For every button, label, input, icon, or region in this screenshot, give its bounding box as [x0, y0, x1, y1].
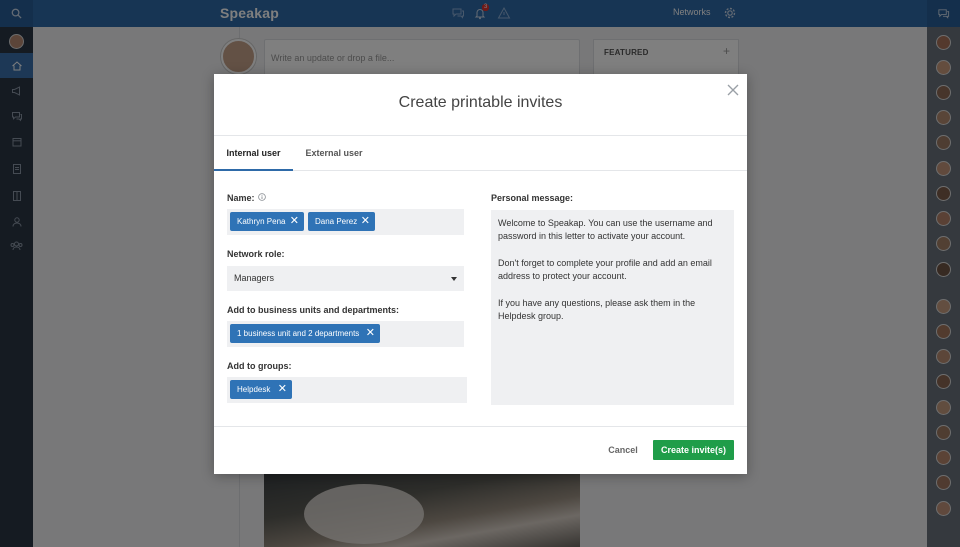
message-paragraph: If you have any questions, please ask th… — [498, 298, 696, 321]
tab-external-user[interactable]: External user — [293, 136, 375, 171]
groups-field[interactable]: Helpdesk ✕ — [227, 377, 467, 403]
name-label: Name: — [227, 193, 255, 203]
select-value: Managers — [234, 273, 275, 283]
user-type-tabs: Internal user External user — [214, 136, 747, 171]
business-units-field[interactable]: 1 business unit and 2 departments ✕ — [227, 321, 464, 347]
message-paragraph: Welcome to Speakap. You can use the user… — [498, 218, 713, 241]
chip-label: 1 business unit and 2 departments — [237, 329, 360, 338]
divider — [214, 426, 747, 427]
chip-label: Helpdesk — [237, 385, 271, 394]
caret-down-icon — [451, 277, 457, 281]
network-role-label: Network role: — [227, 249, 285, 259]
info-icon[interactable] — [258, 193, 266, 201]
remove-chip-icon[interactable]: ✕ — [290, 212, 299, 230]
remove-chip-icon[interactable]: ✕ — [278, 380, 287, 398]
name-field[interactable]: Kathryn Pena ✕ Dana Perez ✕ — [227, 209, 464, 235]
network-role-select[interactable]: Managers — [227, 266, 464, 291]
message-paragraph: Don't forget to complete your profile an… — [498, 258, 712, 281]
personal-message-textarea[interactable]: Welcome to Speakap. You can use the user… — [491, 210, 734, 405]
remove-chip-icon[interactable]: ✕ — [366, 324, 375, 342]
dialog-title: Create printable invites — [398, 94, 563, 111]
chip-label: Dana Perez — [315, 217, 358, 226]
close-icon[interactable] — [726, 83, 740, 97]
groups-label: Add to groups: — [227, 361, 292, 371]
group-chip: Helpdesk ✕ — [230, 380, 292, 399]
chip-label: Kathryn Pena — [237, 217, 286, 226]
name-chip: Dana Perez ✕ — [308, 212, 375, 231]
cancel-button[interactable]: Cancel — [598, 440, 648, 460]
create-invites-button[interactable]: Create invite(s) — [653, 440, 734, 460]
personal-message-label: Personal message: — [491, 193, 574, 203]
remove-chip-icon[interactable]: ✕ — [361, 212, 370, 230]
name-chip: Kathryn Pena ✕ — [230, 212, 304, 231]
create-invites-dialog: Create printable invites Internal user E… — [214, 74, 747, 474]
business-units-chip: 1 business unit and 2 departments ✕ — [230, 324, 380, 343]
tab-internal-user[interactable]: Internal user — [214, 136, 293, 171]
business-units-label: Add to business units and departments: — [227, 305, 400, 315]
